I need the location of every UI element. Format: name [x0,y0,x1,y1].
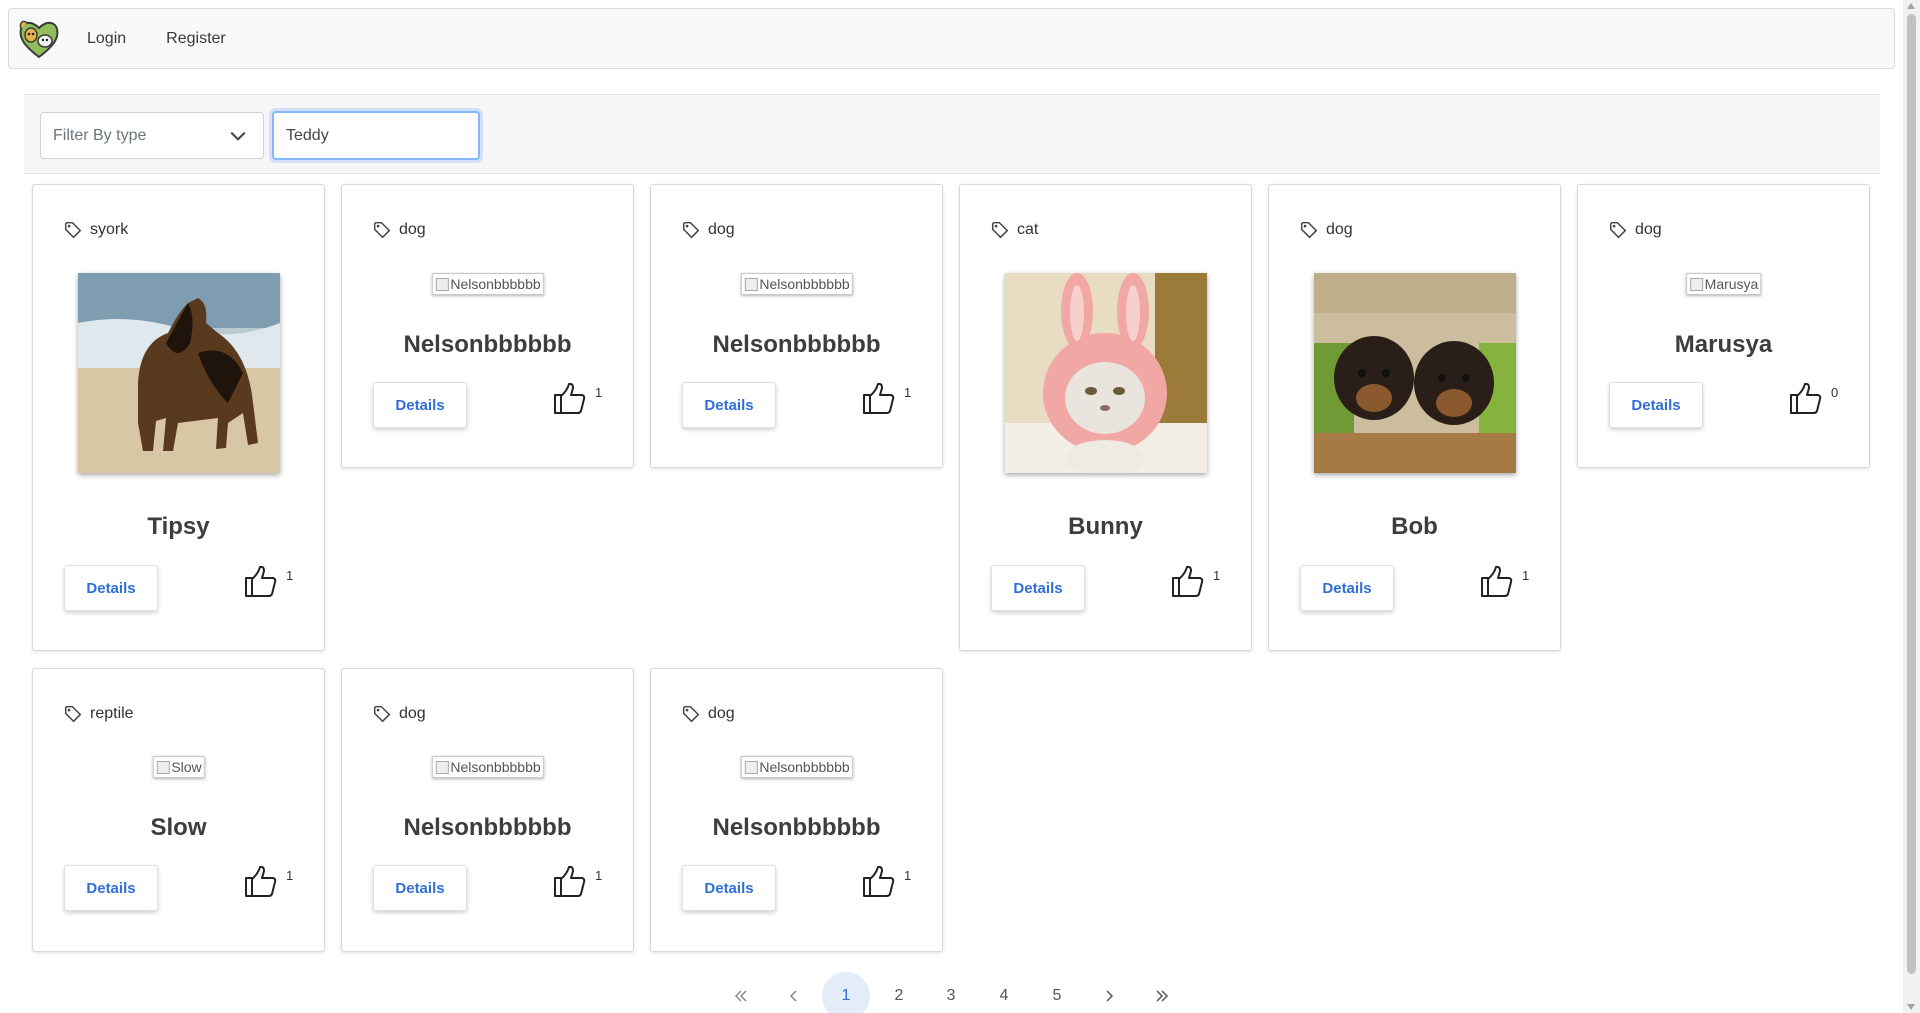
like-count: 0 [1831,385,1839,400]
broken-image: Nelsonbbbbbb [431,756,544,778]
tag-icon [1300,221,1318,239]
double-chevron-right-icon[interactable] [1138,972,1186,1013]
details-button[interactable]: Details [64,565,158,611]
register-link[interactable]: Register [166,30,226,48]
tag-icon [1609,221,1627,239]
chevron-left-icon[interactable] [770,972,818,1013]
details-button[interactable]: Details [682,865,776,911]
details-button[interactable]: Details [1300,565,1394,611]
filter-bar: Filter By type [24,94,1880,174]
like-count: 1 [286,868,294,883]
thumbs-up-icon[interactable] [860,380,896,416]
pet-name: Marusya [1674,331,1773,358]
type-filter-placeholder: Filter By type [53,126,147,144]
tag-icon [682,705,700,723]
like-count: 1 [904,868,912,883]
page-button-3[interactable]: 3 [927,972,975,1013]
thumbs-up-icon[interactable] [1478,563,1514,599]
tag-icon [682,221,700,239]
pet-name: Slow [150,814,207,841]
broken-image: Nelsonbbbbbb [740,756,853,778]
thumbs-up-icon[interactable] [1169,563,1205,599]
pet-card: syork Tipsy Details 1 [32,184,325,651]
like-count: 1 [595,868,603,883]
pet-name: Nelsonbbbbbb [712,814,881,841]
pet-type: dog [1635,221,1662,238]
thumbs-up-icon[interactable] [551,863,587,899]
pet-type: dog [708,705,735,722]
details-button[interactable]: Details [373,382,467,428]
pet-type: dog [399,221,426,238]
broken-image: Slow [152,756,205,778]
scroll-thumb[interactable] [1907,14,1916,974]
pet-photo [1005,273,1207,473]
pet-type: dog [399,705,426,722]
pet-name: Nelsonbbbbbb [403,814,572,841]
like-count: 1 [286,568,294,583]
pet-type: dog [1326,221,1353,238]
details-button[interactable]: Details [682,382,776,428]
details-button[interactable]: Details [1609,382,1703,428]
pet-card: dog Bob Details 1 [1268,184,1561,651]
pet-card: dog Nelsonbbbbbb Nelsonbbbbbb Details 1 [650,668,943,952]
pet-card: dog Nelsonbbbbbb Nelsonbbbbbb Details 1 [341,668,634,952]
broken-image: Marusya [1685,273,1762,295]
chevron-right-icon[interactable] [1085,972,1133,1013]
pet-name: Tipsy [147,513,210,540]
tag-icon [64,705,82,723]
broken-image: Nelsonbbbbbb [740,273,853,295]
like-count: 1 [904,385,912,400]
page-button-5[interactable]: 5 [1033,972,1081,1013]
thumbs-up-icon[interactable] [860,863,896,899]
pet-logo-icon[interactable] [17,17,61,61]
pet-photo [1314,273,1516,473]
pet-photo [78,273,280,473]
pet-type: dog [708,221,735,238]
thumbs-up-icon[interactable] [242,563,278,599]
pet-name: Bob [1391,513,1438,540]
pet-name: Nelsonbbbbbb [403,331,572,358]
pet-card: dog Nelsonbbbbbb Nelsonbbbbbb Details 1 [341,184,634,468]
double-chevron-left-icon[interactable] [717,972,765,1013]
details-button[interactable]: Details [991,565,1085,611]
page-button-4[interactable]: 4 [980,972,1028,1013]
tag-icon [64,221,82,239]
type-filter-select[interactable]: Filter By type [40,112,264,159]
like-count: 1 [1213,568,1221,583]
tag-icon [373,705,391,723]
navbar: Login Register [8,8,1895,69]
page-button-2[interactable]: 2 [875,972,923,1013]
vertical-scrollbar[interactable] [1903,0,1920,1013]
scroll-down-arrow-icon[interactable] [1907,1004,1915,1010]
like-count: 1 [1522,568,1530,583]
pet-card: dog Nelsonbbbbbb Nelsonbbbbbb Details 1 [650,184,943,468]
broken-image: Nelsonbbbbbb [431,273,544,295]
pet-name: Nelsonbbbbbb [712,331,881,358]
pagination: 1 2 3 4 5 [0,972,1920,1013]
like-count: 1 [595,385,603,400]
pet-card: reptile Slow Slow Details 1 [32,668,325,952]
search-input[interactable] [272,111,480,160]
pet-card: dog Marusya Marusya Details 0 [1577,184,1870,468]
pet-type: syork [90,221,129,238]
tag-icon [373,221,391,239]
thumbs-up-icon[interactable] [1787,380,1823,416]
chevron-down-icon [230,131,246,141]
login-link[interactable]: Login [87,30,126,48]
pet-card: cat Bunny Details 1 [959,184,1252,651]
details-button[interactable]: Details [64,865,158,911]
thumbs-up-icon[interactable] [551,380,587,416]
tag-icon [991,221,1009,239]
details-button[interactable]: Details [373,865,467,911]
page-button-1[interactable]: 1 [822,972,870,1013]
pet-type: reptile [90,705,134,722]
thumbs-up-icon[interactable] [242,863,278,899]
scroll-up-arrow-icon[interactable] [1907,3,1915,9]
pet-type: cat [1017,221,1039,238]
pet-name: Bunny [1068,513,1143,540]
